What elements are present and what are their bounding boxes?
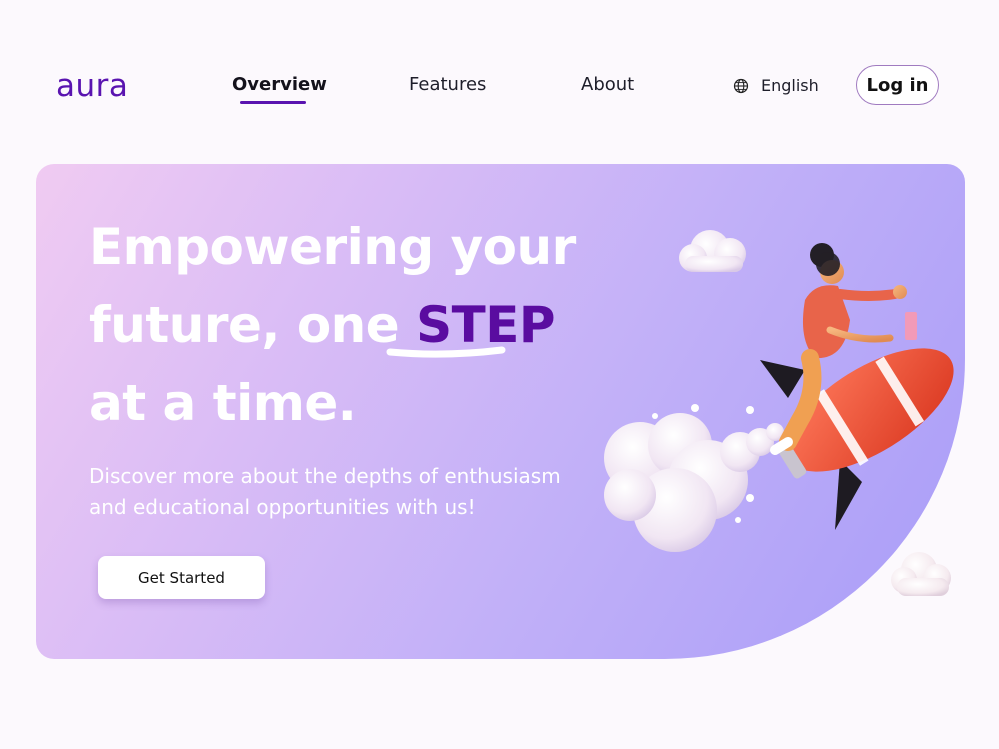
cloud-icon	[679, 230, 746, 272]
brand-logo[interactable]: aura	[56, 68, 128, 104]
headline-line-3: at a time.	[89, 374, 357, 432]
language-label: English	[761, 76, 819, 95]
nav-about[interactable]: About	[581, 74, 634, 95]
language-selector[interactable]: English	[733, 76, 819, 95]
nav-features[interactable]: Features	[409, 74, 486, 95]
cloud-icon	[891, 552, 951, 596]
subtext-line-1: Discover more about the depths of enthus…	[89, 464, 561, 488]
nav-overview[interactable]: Overview	[232, 74, 327, 95]
rocket-rider-illustration	[604, 230, 954, 552]
hero-headline: Empowering your future, one STEP at a ti…	[89, 208, 576, 442]
subtext-line-2: and educational opportunities with us!	[89, 495, 476, 519]
highlight-underline	[386, 346, 506, 358]
globe-icon	[733, 78, 749, 93]
exhaust-cloud	[604, 404, 784, 552]
headline-line-1: Empowering your	[89, 218, 576, 276]
nav-active-indicator	[240, 101, 306, 104]
get-started-button[interactable]: Get Started	[98, 556, 265, 599]
login-button[interactable]: Log in	[856, 65, 939, 105]
headline-line-2-prefix: future, one	[89, 296, 417, 354]
hero-subtext: Discover more about the depths of enthus…	[89, 461, 599, 523]
